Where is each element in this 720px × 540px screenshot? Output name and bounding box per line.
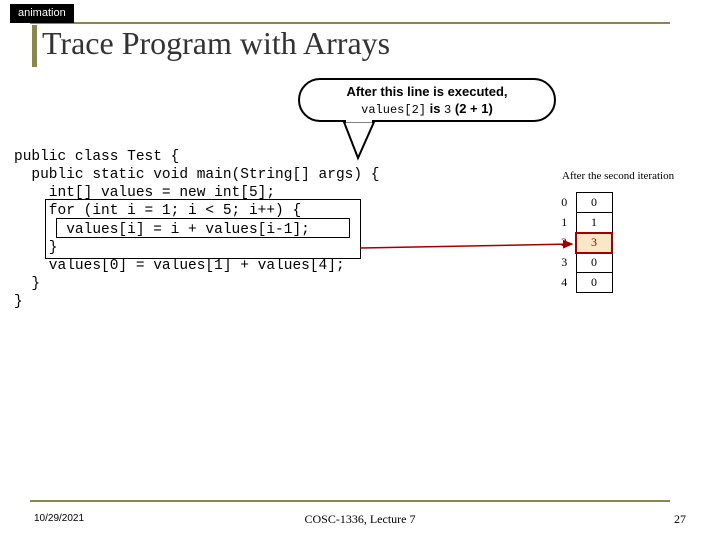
footer-page-number: 27 [674,512,686,527]
footer-center: COSC-1336, Lecture 7 [0,512,720,527]
bottom-rule [30,500,670,502]
table-row: 23 [556,233,612,253]
callout-paren2: 1) [481,101,493,116]
slide-title: Trace Program with Arrays [42,25,390,62]
callout-line1: After this line is executed, [346,84,507,99]
array-index: 1 [556,213,576,233]
table-row: 00 [556,193,612,213]
animation-tag: animation [10,4,74,23]
callout-bubble: After this line is executed, values[2] i… [298,78,556,122]
title-accent [32,25,37,67]
table-row: 30 [556,253,612,273]
table-row: 40 [556,273,612,293]
callout-code: values[2] [361,103,426,117]
array-value: 3 [576,233,612,253]
array-index: 0 [556,193,576,213]
top-rule [30,22,670,24]
array-caption: After the second iteration [562,170,674,182]
highlight-box-outer [45,199,361,259]
array-value: 0 [576,253,612,273]
array-value: 0 [576,273,612,293]
array-value: 1 [576,213,612,233]
callout-paren1: (2 [451,101,470,116]
array-value: 0 [576,193,612,213]
table-row: 11 [556,213,612,233]
callout-text-is: is [426,101,444,116]
array-index: 4 [556,273,576,293]
array-index: 3 [556,253,576,273]
array-table: 0011233040 [556,192,613,293]
array-index: 2 [556,233,576,253]
callout-plus: + [470,101,481,116]
